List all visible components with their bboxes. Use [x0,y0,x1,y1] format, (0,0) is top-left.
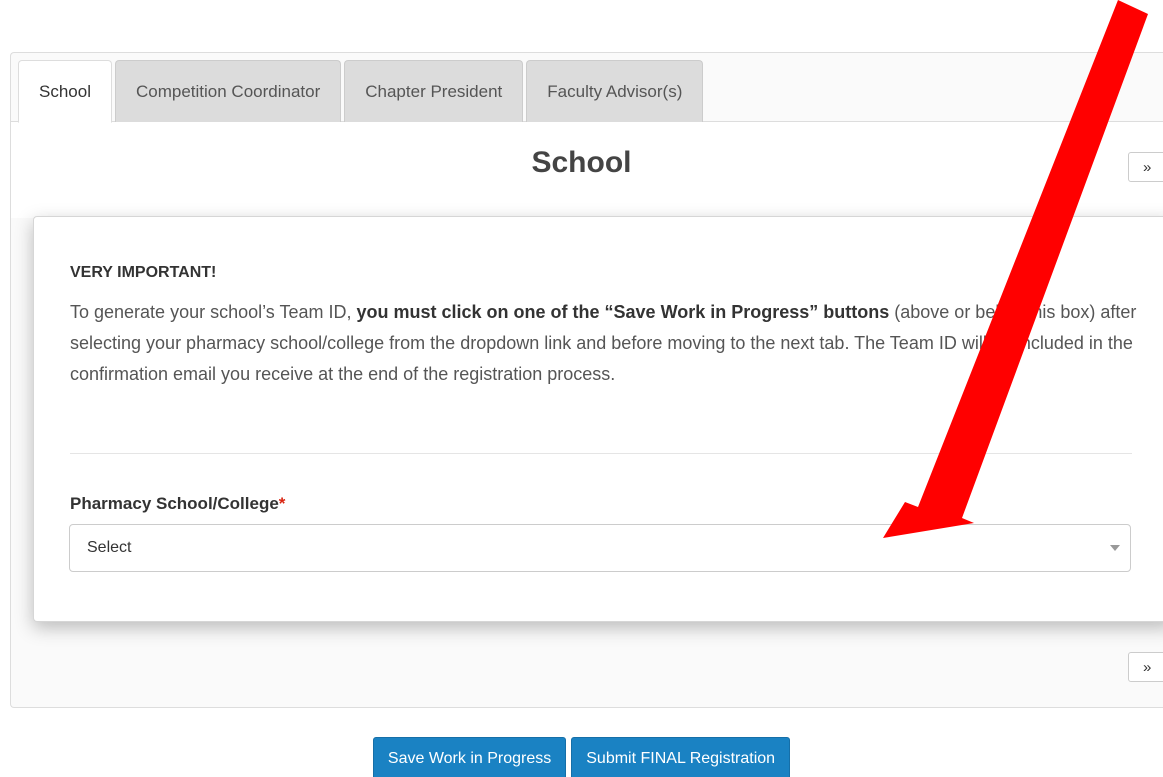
tab-chapter-president[interactable]: Chapter President [344,60,524,122]
registration-form-screen: School Competition Coordinator Chapter P… [0,0,1163,777]
next-tab-button-top[interactable]: » [1128,152,1163,182]
pharmacy-school-select-value: Select [87,539,132,556]
next-tab-button-bottom[interactable]: » [1128,652,1163,682]
save-work-in-progress-button[interactable]: Save Work in Progress [372,737,567,777]
card-divider [70,453,1132,454]
tab-competition-coordinator[interactable]: Competition Coordinator [114,60,342,122]
required-mark: * [278,494,286,513]
notice-heading: VERY IMPORTANT! [70,264,217,281]
caret-down-icon [1110,545,1120,551]
tab-faculty-advisors[interactable]: Faculty Advisor(s) [526,60,704,122]
notice-text-start: To generate your school’s Team ID, [70,302,357,322]
pharmacy-school-label: Pharmacy School/College* [70,494,285,514]
pharmacy-school-label-text: Pharmacy School/College [70,494,279,513]
notice-text-bold: you must click on one of the “Save Work … [356,302,890,322]
submit-final-registration-button[interactable]: Submit FINAL Registration [571,737,791,777]
notice-text: To generate your school’s Team ID, you m… [70,297,1138,390]
pharmacy-school-select[interactable]: Select [69,524,1131,572]
tab-school[interactable]: School [18,60,112,123]
section-title: School [531,146,632,179]
tab-bar: School Competition Coordinator Chapter P… [18,60,706,123]
form-actions: Save Work in Progress Submit FINAL Regis… [0,737,1163,777]
